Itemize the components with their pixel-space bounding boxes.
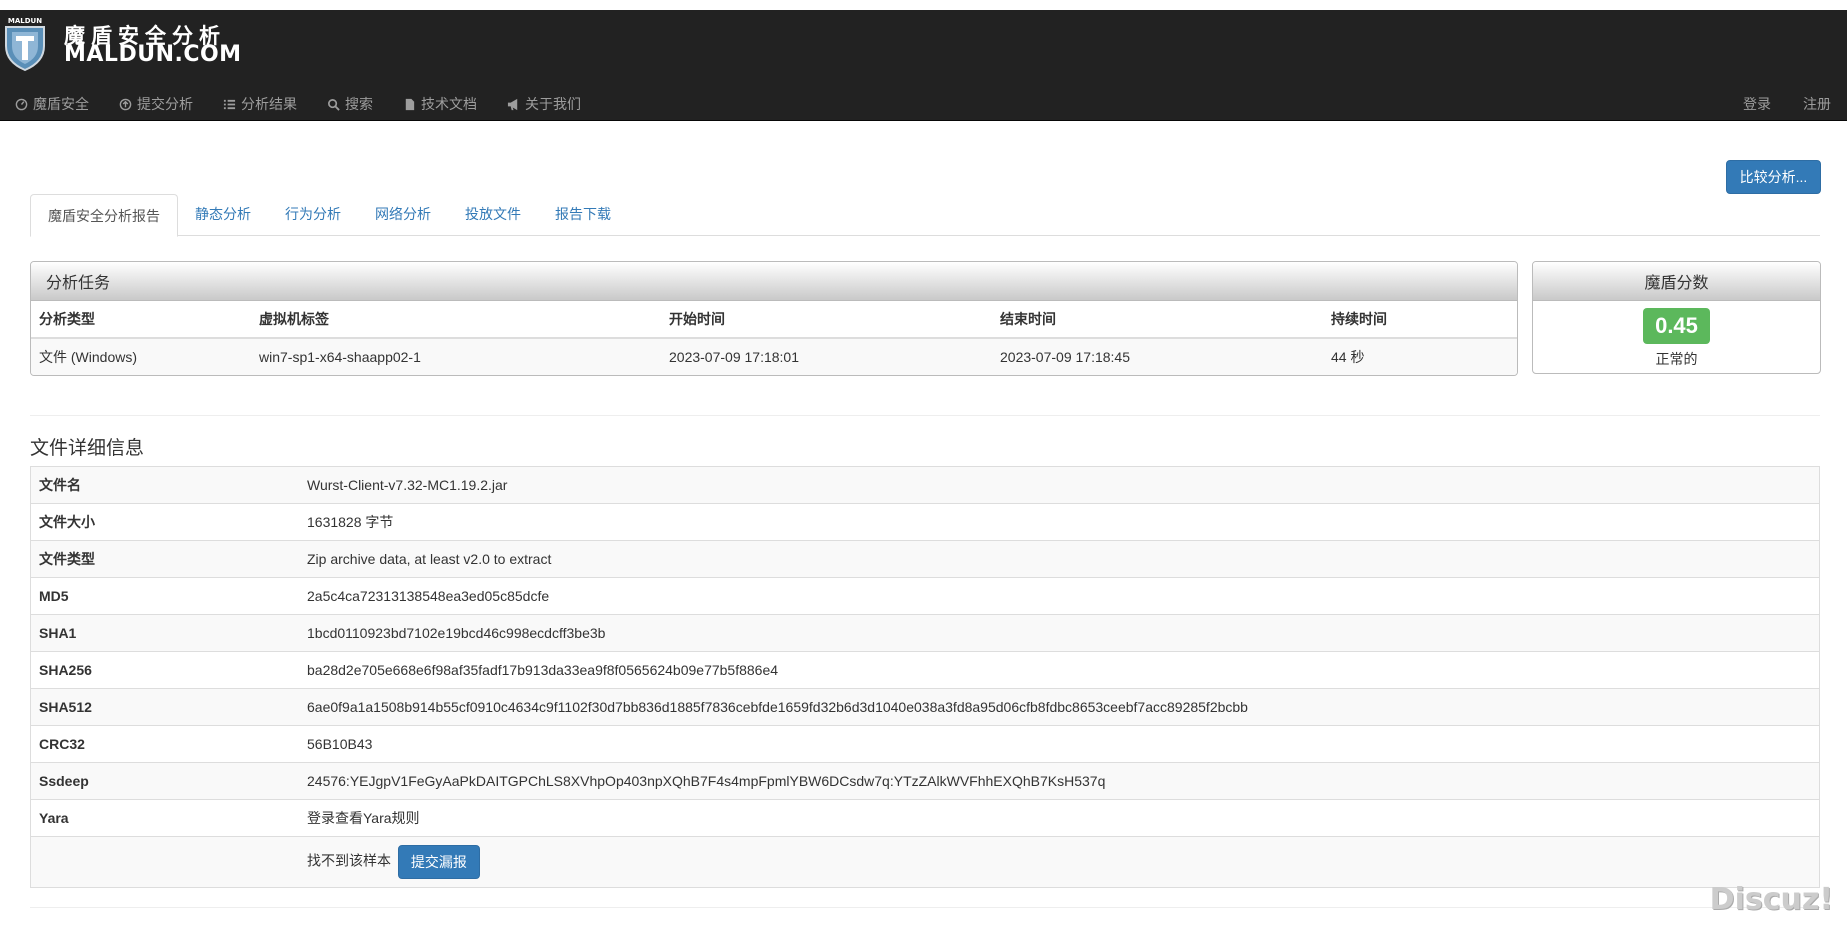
file-key: 文件名 [30,466,299,504]
file-key: MD5 [30,577,299,615]
score-panel: 魔盾分数 0.45 正常的 [1532,261,1821,374]
nav-item-docs[interactable]: 技术文档 [388,82,492,126]
compare-analysis-button[interactable]: 比较分析... [1726,160,1821,194]
top-strip [0,0,1847,10]
score-badge: 0.45 [1643,308,1710,344]
start-time: 2023-07-09 17:18:01 [661,337,992,375]
col-vm-label: 虚拟机标签 [251,301,661,339]
table-row: Yara 登录查看Yara规则 [30,799,1820,837]
table-row: SHA256 ba28d2e705e668e6f98af35fadf17b913d… [30,651,1820,689]
task-header-row: 分析类型 虚拟机标签 开始时间 结束时间 持续时间 [31,301,1517,339]
nav-label: 搜索 [345,96,373,112]
table-row: MD5 2a5c4ca72313138548ea3ed05c85dcfe [30,577,1820,615]
file-key: 文件大小 [30,503,299,541]
tab-network[interactable]: 网络分析 [358,194,448,234]
file-value: ba28d2e705e668e6f98af35fadf17b913da33ea9… [299,651,1820,689]
vm-label: win7-sp1-x64-shaapp02-1 [251,337,661,375]
nav-label: 魔盾安全 [33,96,89,112]
task-panel: 分析任务 分析类型 虚拟机标签 开始时间 结束时间 持续时间 文件 (Windo… [30,261,1518,376]
nav-item-home[interactable]: 魔盾安全 [0,82,104,126]
file-value: 6ae0f9a1a1508b914b55cf0910c4634c9f1102f3… [299,688,1820,726]
nav-item-submit[interactable]: 提交分析 [104,82,208,126]
tab-dropped[interactable]: 投放文件 [448,194,538,234]
bullhorn-icon [507,98,518,110]
file-details-table: 文件名 Wurst-Client-v7.32-MC1.19.2.jar 文件大小 1… [30,466,1820,888]
submit-false-negative-button[interactable]: 提交漏报 [397,845,480,879]
maldun-shield-icon: MALDUN [5,17,45,72]
yara-login-text: 登录查看Yara规则 [299,799,1820,837]
upload-icon [119,98,132,110]
task-panel-title: 分析任务 [31,262,1517,301]
report-cell: 找不到该样本 提交漏报 [299,836,1820,888]
brand-logo[interactable]: MALDUN 魔盾安全分析 MALDUN.COM [0,14,260,74]
task-table: 分析类型 虚拟机标签 开始时间 结束时间 持续时间 文件 (Windows) w… [31,301,1517,375]
file-value: 1631828 字节 [299,503,1820,541]
table-row: SHA512 6ae0f9a1a1508b914b55cf0910c4634c9f… [30,688,1820,726]
main-nav: 魔盾安全 提交分析 分析结果 搜索 技术文档 关于我们 [0,82,596,126]
file-key: Yara [30,799,299,837]
empty-cell [30,836,299,888]
file-value: Wurst-Client-v7.32-MC1.19.2.jar [299,466,1820,504]
score-panel-title: 魔盾分数 [1533,262,1820,301]
col-end-time: 结束时间 [992,301,1323,339]
nav-label: 技术文档 [421,96,477,112]
nav-item-about[interactable]: 关于我们 [492,82,596,126]
analysis-type: 文件 (Windows) [31,337,251,375]
login-link[interactable]: 登录 [1727,82,1787,126]
col-duration: 持续时间 [1323,301,1517,339]
file-icon [405,98,415,110]
tab-report[interactable]: 魔盾安全分析报告 [30,194,178,237]
file-key: SHA1 [30,614,299,652]
register-link[interactable]: 注册 [1787,82,1847,126]
file-details-title: 文件详细信息 [30,438,145,459]
nav-label: 关于我们 [525,96,581,112]
tab-behavior[interactable]: 行为分析 [268,194,358,234]
brand-name-en: MALDUN.COM [64,42,242,67]
sample-missing-text: 找不到该样本 [307,852,391,869]
report-row: 找不到该样本 提交漏报 [30,836,1820,888]
divider [30,415,1820,416]
nav-item-results[interactable]: 分析结果 [208,82,312,126]
dashboard-icon [15,98,28,110]
score-label: 正常的 [1655,351,1698,367]
list-icon [223,99,236,109]
col-analysis-type: 分析类型 [31,301,251,339]
file-key: CRC32 [30,725,299,763]
file-value: 1bcd0110923bd7102e19bcd46c998ecdcff3be3b [299,614,1820,652]
file-key: 文件类型 [30,540,299,578]
discuz-watermark: Discuz! [1709,882,1833,917]
navbar: MALDUN 魔盾安全分析 MALDUN.COM 魔盾安全 提交分析 分析结果 … [0,10,1847,121]
file-value: 2a5c4ca72313138548ea3ed05c85dcfe [299,577,1820,615]
end-time: 2023-07-09 17:18:45 [992,337,1323,375]
duration: 44 秒 [1323,337,1517,375]
table-row: Ssdeep 24576:YEJgpV1FeGyAaPkDAITGPChLS8XV… [30,762,1820,800]
nav-item-search[interactable]: 搜索 [312,82,388,126]
table-row: 文件名 Wurst-Client-v7.32-MC1.19.2.jar [30,466,1820,504]
nav-label: 提交分析 [137,96,193,112]
table-row: SHA1 1bcd0110923bd7102e19bcd46c998ecdcff3… [30,614,1820,652]
table-row: 文件大小 1631828 字节 [30,503,1820,541]
table-row: CRC32 56B10B43 [30,725,1820,763]
file-key: SHA256 [30,651,299,689]
report-tabs: 魔盾安全分析报告 静态分析 行为分析 网络分析 投放文件 报告下载 [30,194,1820,237]
divider [30,907,1820,908]
file-key: Ssdeep [30,762,299,800]
svg-text:MALDUN: MALDUN [8,17,42,25]
table-row: 文件 (Windows) win7-sp1-x64-shaapp02-1 202… [31,337,1517,375]
file-key: SHA512 [30,688,299,726]
tab-download[interactable]: 报告下载 [538,194,628,234]
file-value: 56B10B43 [299,725,1820,763]
tab-static[interactable]: 静态分析 [178,194,268,234]
file-value: Zip archive data, at least v2.0 to extra… [299,540,1820,578]
file-value: 24576:YEJgpV1FeGyAaPkDAITGPChLS8XVhpOp40… [299,762,1820,800]
col-start-time: 开始时间 [661,301,992,339]
search-icon [328,98,340,111]
auth-nav: 登录 注册 [1727,82,1847,126]
nav-label: 分析结果 [241,96,297,112]
table-row: 文件类型 Zip archive data, at least v2.0 to e… [30,540,1820,578]
